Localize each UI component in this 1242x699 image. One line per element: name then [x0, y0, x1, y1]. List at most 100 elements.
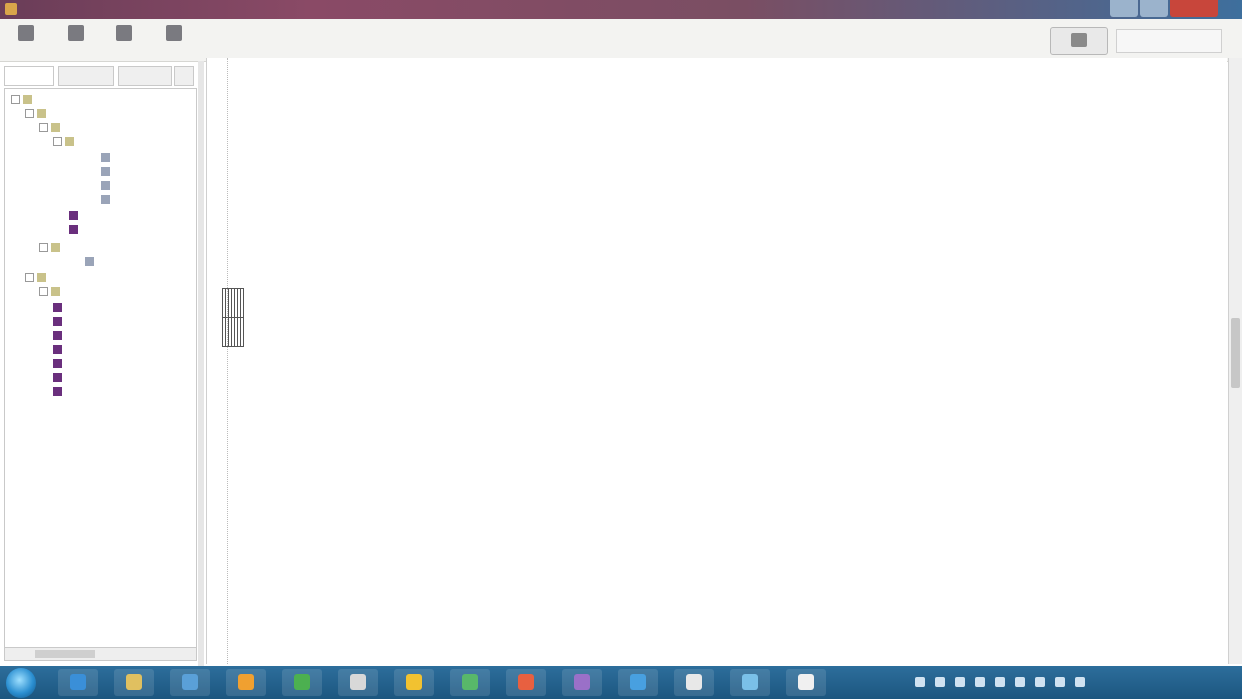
- toolbar-btn-1[interactable]: [6, 23, 46, 57]
- toolbar-search-button[interactable]: [1050, 27, 1108, 55]
- taskbar-app-11[interactable]: [618, 669, 658, 696]
- tree-node[interactable]: [53, 331, 65, 340]
- bookmark-icon: [53, 359, 62, 368]
- tray-icon[interactable]: [935, 677, 945, 687]
- app-icon: [462, 674, 478, 690]
- tree-node[interactable]: [39, 243, 63, 252]
- taskbar-app-14[interactable]: [786, 669, 826, 696]
- collapse-icon[interactable]: [39, 287, 48, 296]
- page-icon: [101, 181, 110, 190]
- app-icon: [5, 3, 17, 15]
- tree-node[interactable]: [53, 373, 65, 382]
- start-button[interactable]: [6, 668, 36, 698]
- tree-node[interactable]: [39, 287, 63, 296]
- tree-node[interactable]: [25, 109, 49, 118]
- toolbar-btn-2[interactable]: [56, 23, 96, 57]
- tree-horizontal-scrollbar[interactable]: [4, 647, 197, 661]
- page-icon: [101, 195, 110, 204]
- folder-icon: [51, 123, 60, 132]
- collapse-icon[interactable]: [53, 137, 62, 146]
- tray-icon[interactable]: [1035, 677, 1045, 687]
- collapse-icon[interactable]: [39, 243, 48, 252]
- left-tab-2[interactable]: [58, 66, 114, 86]
- tree-node[interactable]: [53, 345, 65, 354]
- table-row: [222, 288, 244, 318]
- folder-icon: [65, 137, 74, 146]
- collapse-icon[interactable]: [25, 109, 34, 118]
- browser-icon: [70, 674, 86, 690]
- tray-icon[interactable]: [915, 677, 925, 687]
- toolbar-right-field[interactable]: [1116, 29, 1222, 53]
- collapse-icon[interactable]: [39, 123, 48, 132]
- tree-node[interactable]: [11, 95, 35, 104]
- left-tab-1[interactable]: [4, 66, 54, 86]
- tree-node[interactable]: [53, 317, 65, 326]
- tray-icon[interactable]: [955, 677, 965, 687]
- tray-icon[interactable]: [975, 677, 985, 687]
- taskbar-app-6[interactable]: [338, 669, 378, 696]
- close-button[interactable]: [1170, 0, 1218, 17]
- taskbar-app-5[interactable]: [282, 669, 322, 696]
- toolbar-btn-4[interactable]: [154, 23, 194, 57]
- bookmark-icon: [53, 303, 62, 312]
- document-icon: [18, 25, 34, 41]
- tree-node[interactable]: [69, 211, 81, 220]
- toolbar-btn-3[interactable]: [104, 23, 144, 57]
- scrollbar-thumb[interactable]: [35, 650, 95, 658]
- panel-splitter[interactable]: [198, 61, 204, 666]
- app-icon: [686, 674, 702, 690]
- left-tab-close[interactable]: [174, 66, 194, 86]
- minimize-button[interactable]: [1110, 0, 1138, 17]
- taskbar-app-9[interactable]: [506, 669, 546, 696]
- tree-node[interactable]: [101, 195, 113, 204]
- tree-node[interactable]: [101, 167, 113, 176]
- app-icon: [630, 674, 646, 690]
- table-cell: [240, 288, 244, 318]
- tree-node[interactable]: [39, 123, 63, 132]
- app-icon: [350, 674, 366, 690]
- collapse-icon[interactable]: [11, 95, 20, 104]
- taskbar-app-explorer[interactable]: [114, 669, 154, 696]
- taskbar-app-10[interactable]: [562, 669, 602, 696]
- tree-node[interactable]: [53, 359, 65, 368]
- app-icon: [574, 674, 590, 690]
- tree-node[interactable]: [101, 181, 113, 190]
- bookmark-icon: [69, 211, 78, 220]
- tree-node[interactable]: [53, 303, 65, 312]
- bookmark-icon: [53, 345, 62, 354]
- document-view[interactable]: [206, 58, 1227, 664]
- taskbar-app-12[interactable]: [674, 669, 714, 696]
- tray-icon[interactable]: [995, 677, 1005, 687]
- tree-node[interactable]: [53, 137, 77, 146]
- tree-node[interactable]: [69, 225, 81, 234]
- app-icon: [238, 674, 254, 690]
- table-cell: [240, 317, 244, 347]
- taskbar-app-4[interactable]: [226, 669, 266, 696]
- tree-node[interactable]: [53, 387, 65, 396]
- tree-node[interactable]: [85, 257, 97, 266]
- document-gutter: [213, 58, 228, 664]
- bookmark-icon: [53, 331, 62, 340]
- taskbar-app-3[interactable]: [170, 669, 210, 696]
- toolbar: [0, 19, 1242, 62]
- table-row: [222, 317, 244, 347]
- document-vertical-scrollbar[interactable]: [1228, 58, 1242, 664]
- taskbar-app-8[interactable]: [450, 669, 490, 696]
- app-icon: [182, 674, 198, 690]
- left-tab-3[interactable]: [118, 66, 172, 86]
- maximize-button[interactable]: [1140, 0, 1168, 17]
- tray-icon[interactable]: [1055, 677, 1065, 687]
- taskbar-app-browser[interactable]: [58, 669, 98, 696]
- collapse-icon[interactable]: [25, 273, 34, 282]
- folder-icon: [126, 674, 142, 690]
- scrollbar-thumb[interactable]: [1231, 318, 1240, 388]
- tray-icon[interactable]: [1075, 677, 1085, 687]
- taskbar-clock[interactable]: [1185, 668, 1237, 696]
- taskbar-app-13[interactable]: [730, 669, 770, 696]
- tree-node[interactable]: [25, 273, 49, 282]
- tree-node[interactable]: [101, 153, 113, 162]
- taskbar-app-7[interactable]: [394, 669, 434, 696]
- left-panel-tabs: [4, 64, 200, 86]
- folder-icon: [51, 243, 60, 252]
- tray-icon[interactable]: [1015, 677, 1025, 687]
